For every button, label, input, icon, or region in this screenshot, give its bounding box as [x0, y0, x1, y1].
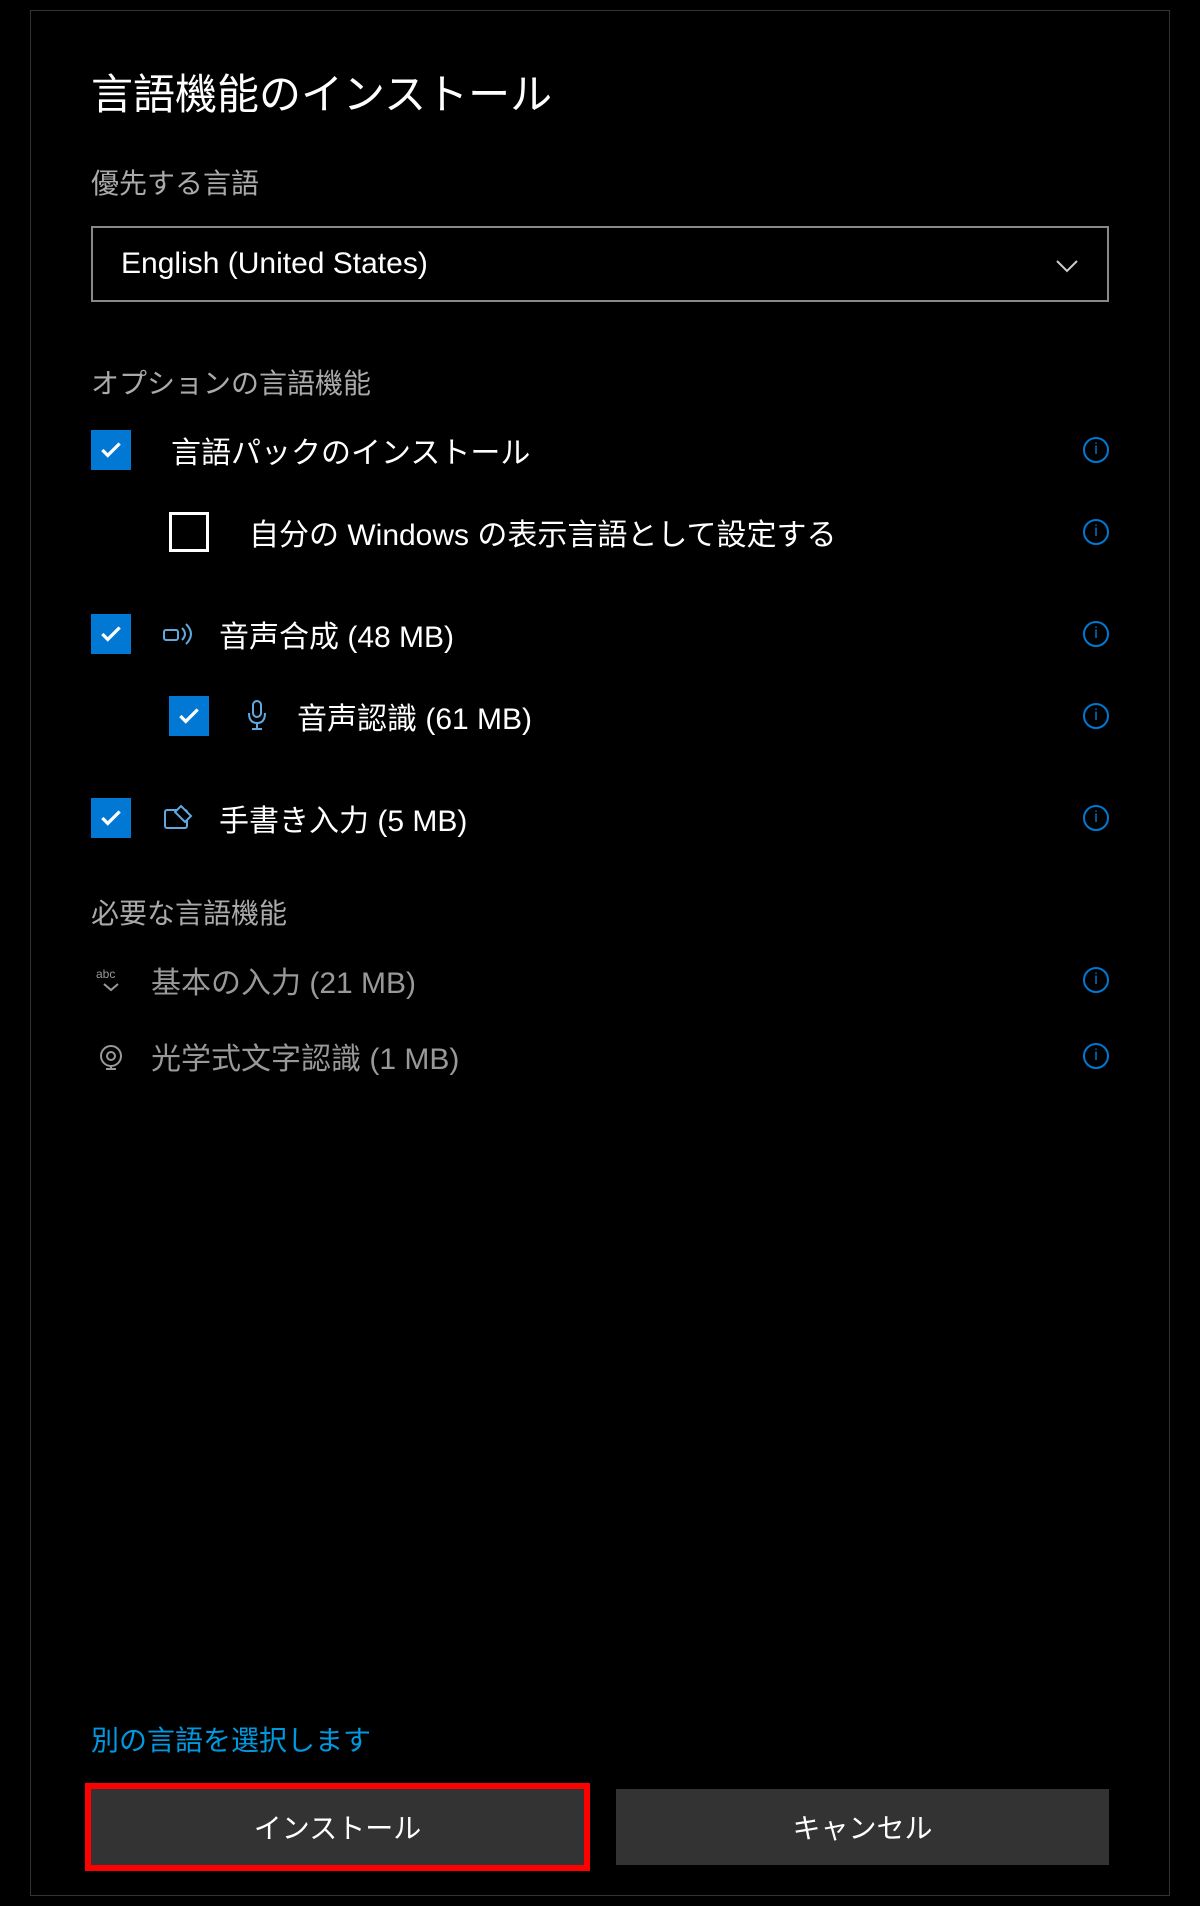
optional-features-label: オプションの言語機能: [91, 362, 1109, 402]
checkbox-display-language[interactable]: [169, 512, 209, 552]
optional-feature-list: 言語パックのインストール i 自分の Windows の表示言語として設定する …: [91, 426, 1109, 842]
mic-icon: [237, 696, 277, 736]
info-icon[interactable]: i: [1083, 805, 1109, 831]
cancel-button[interactable]: キャンセル: [616, 1789, 1109, 1865]
feature-label: 自分の Windows の表示言語として設定する: [249, 510, 1083, 554]
feature-row-language-pack: 言語パックのインストール i: [91, 426, 1109, 474]
dialog-title: 言語機能のインストール: [91, 61, 1109, 122]
info-icon[interactable]: i: [1083, 437, 1109, 463]
info-icon[interactable]: i: [1083, 1043, 1109, 1069]
required-features-label: 必要な言語機能: [91, 892, 1109, 932]
info-icon[interactable]: i: [1083, 703, 1109, 729]
ocr-icon: [91, 1036, 131, 1076]
feature-row-speech-recognition: 音声認識 (61 MB) i: [91, 692, 1109, 740]
preferred-language-select[interactable]: English (United States): [91, 226, 1109, 302]
required-label: 基本の入力 (21 MB): [151, 958, 1083, 1002]
pen-icon: [159, 798, 199, 838]
checkbox-tts[interactable]: [91, 614, 131, 654]
abc-icon: abc: [91, 960, 131, 1000]
checkbox-handwriting[interactable]: [91, 798, 131, 838]
install-button[interactable]: インストール: [91, 1789, 584, 1865]
feature-row-display-language: 自分の Windows の表示言語として設定する i: [91, 508, 1109, 556]
info-icon[interactable]: i: [1083, 621, 1109, 647]
select-other-language-link[interactable]: 別の言語を選択します: [91, 1719, 1109, 1759]
feature-row-tts: 音声合成 (48 MB) i: [91, 610, 1109, 658]
required-row-ocr: 光学式文字認識 (1 MB) i: [91, 1032, 1109, 1080]
svg-text:abc: abc: [96, 967, 115, 981]
required-row-basic-typing: abc 基本の入力 (21 MB) i: [91, 956, 1109, 1004]
button-row: インストール キャンセル: [91, 1789, 1109, 1865]
feature-label: 音声認識 (61 MB): [297, 694, 1083, 738]
chevron-down-icon: [1055, 248, 1079, 280]
feature-label: 言語パックのインストール: [171, 428, 1083, 472]
info-icon[interactable]: i: [1083, 519, 1109, 545]
feature-label: 音声合成 (48 MB): [219, 612, 1083, 656]
checkbox-language-pack[interactable]: [91, 430, 131, 470]
required-feature-list: abc 基本の入力 (21 MB) i 光学式文字認識 (1 MB) i: [91, 956, 1109, 1080]
required-label: 光学式文字認識 (1 MB): [151, 1034, 1083, 1078]
info-icon[interactable]: i: [1083, 967, 1109, 993]
feature-label: 手書き入力 (5 MB): [219, 796, 1083, 840]
preferred-language-value: English (United States): [121, 247, 428, 281]
preferred-language-label: 優先する言語: [91, 162, 1109, 202]
speaker-icon: [159, 614, 199, 654]
checkbox-speech-recognition[interactable]: [169, 696, 209, 736]
language-install-dialog: 言語機能のインストール 優先する言語 English (United State…: [30, 10, 1170, 1896]
feature-row-handwriting: 手書き入力 (5 MB) i: [91, 794, 1109, 842]
